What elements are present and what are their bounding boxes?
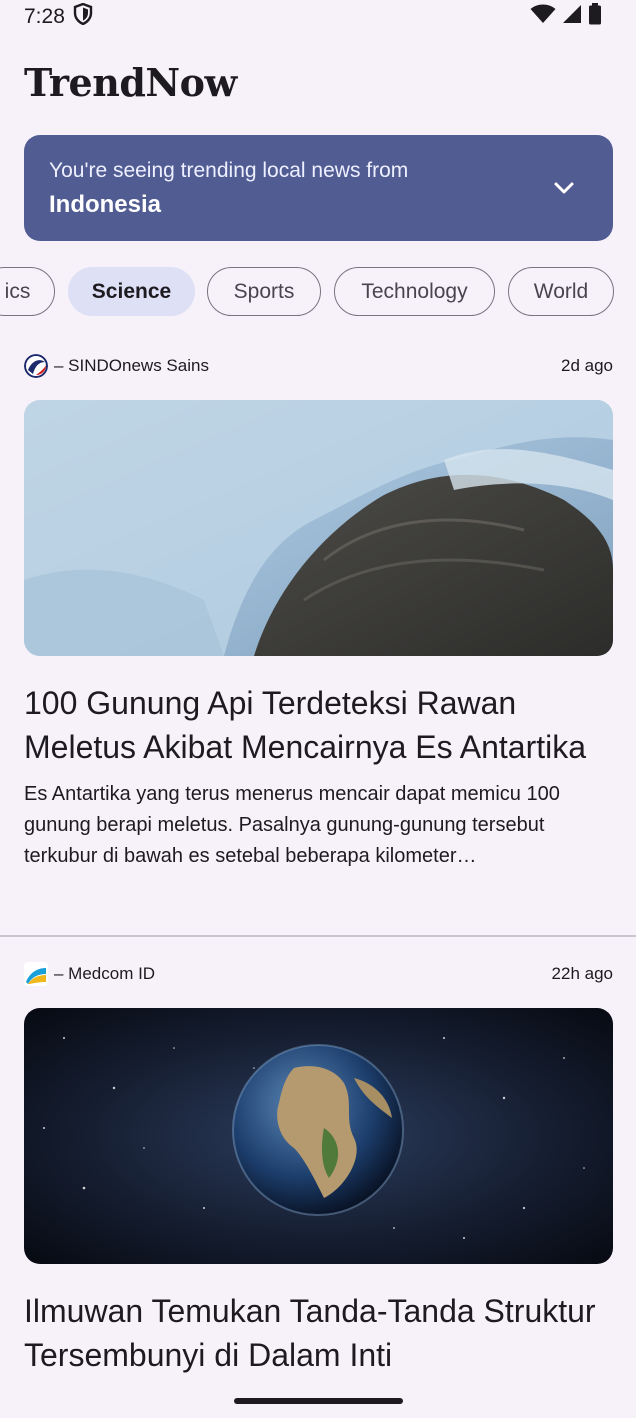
article-headline: Ilmuwan Temukan Tanda-Tanda Struktur Ter…: [24, 1293, 596, 1373]
shield-icon: [73, 2, 93, 31]
wifi-icon: [530, 4, 556, 30]
status-left: 7:28: [24, 2, 93, 31]
article-card[interactable]: – SINDOnews Sains 2d ago 100 Gunung Api …: [24, 352, 613, 872]
article-time: 22h ago: [551, 964, 613, 983]
chip-politics[interactable]: ics: [0, 267, 55, 316]
article-time: 2d ago: [561, 356, 613, 375]
article-meta: – Medcom ID 22h ago: [24, 960, 613, 988]
banner-text: You're seeing trending local news from: [49, 159, 409, 182]
chip-world[interactable]: World: [508, 267, 614, 316]
source-logo-icon: [24, 354, 48, 378]
chip-sports[interactable]: Sports: [207, 267, 321, 316]
chip-technology[interactable]: Technology: [334, 267, 495, 316]
source-logo-icon: [24, 962, 48, 986]
article-image: [24, 400, 613, 656]
article-source: – SINDOnews Sains: [24, 354, 209, 378]
chip-science[interactable]: Science: [68, 267, 195, 316]
article-image: [24, 1008, 613, 1264]
source-name: – Medcom ID: [54, 964, 156, 983]
article-divider: [0, 935, 636, 937]
app-title: TrendNow: [24, 60, 237, 105]
article-summary: Es Antartika yang terus menerus mencair …: [24, 783, 560, 867]
article-card[interactable]: – Medcom ID 22h ago Ilmuwan Temukan Tand…: [24, 960, 613, 1377]
article-headline: 100 Gunung Api Terdeteksi Rawan Meletus …: [24, 685, 587, 765]
status-bar: 7:28: [0, 0, 636, 34]
status-time: 7:28: [24, 5, 65, 28]
country-banner[interactable]: You're seeing trending local news from I…: [24, 135, 613, 241]
status-right: [530, 3, 602, 31]
article-meta: – SINDOnews Sains 2d ago: [24, 352, 613, 380]
banner-country: Indonesia: [49, 191, 162, 218]
category-chips: ics Science Sports Technology World: [0, 267, 636, 317]
signal-icon: [562, 4, 582, 30]
battery-icon: [588, 3, 602, 31]
chevron-down-icon[interactable]: [551, 175, 577, 201]
source-name: – SINDOnews Sains: [54, 356, 209, 375]
home-indicator[interactable]: [234, 1398, 403, 1404]
article-source: – Medcom ID: [24, 962, 155, 986]
